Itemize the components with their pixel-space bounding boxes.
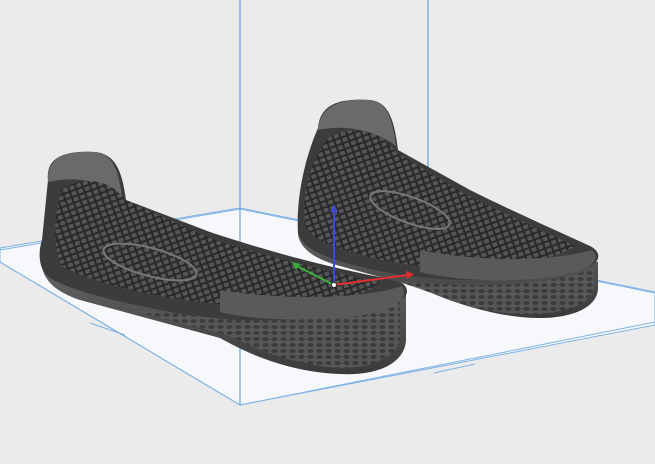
3d-scene[interactable] xyxy=(0,0,655,464)
gizmo-origin[interactable] xyxy=(331,282,337,288)
right-sole-tread xyxy=(304,130,575,268)
3d-viewport[interactable] xyxy=(0,0,655,464)
